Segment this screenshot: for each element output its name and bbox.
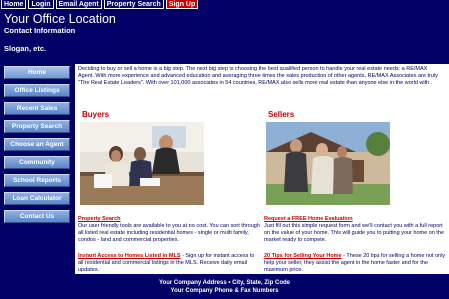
buyers-photo	[80, 122, 204, 205]
sidebar-nav: Home Office Listings Recent Sales Proper…	[4, 66, 70, 228]
topnav-email-agent[interactable]: Email Agent	[55, 0, 102, 9]
sidebar-item-home[interactable]: Home	[4, 66, 70, 79]
sellers-photo	[266, 122, 390, 205]
topnav-home[interactable]: Home	[1, 0, 27, 9]
buyers-property-search-block: Property Search Our user friendly tools …	[78, 216, 260, 244]
property-search-link[interactable]: Property Search	[78, 216, 121, 222]
sidebar-item-school-reports[interactable]: School Reports	[4, 174, 70, 187]
topnav-property-search[interactable]: Property Search	[103, 0, 164, 9]
home-evaluation-link[interactable]: Request a FREE Home Evaluation	[264, 216, 353, 222]
sellers-tips-block: 20 Tips for Selling Your Home - These 20…	[264, 253, 446, 274]
buyers-heading: Buyers	[82, 110, 110, 119]
intro-paragraph: Deciding to buy or sell a home is a big …	[78, 66, 438, 86]
main-content: Deciding to buy or sell a home is a big …	[75, 64, 449, 274]
sidebar-item-recent-sales[interactable]: Recent Sales	[4, 102, 70, 115]
footer: Your Company Address • City, State, Zip …	[0, 279, 449, 295]
sidebar-item-choose-an-agent[interactable]: Choose an Agent	[4, 138, 70, 151]
sellers-evaluation-block: Request a FREE Home Evaluation Just fill…	[264, 216, 446, 244]
contact-information: Contact Information	[4, 26, 76, 35]
sidebar-item-loan-calculator[interactable]: Loan Calculator	[4, 192, 70, 205]
office-title: Your Office Location	[4, 12, 116, 26]
slogan: Slogan, etc.	[4, 44, 47, 53]
sellers-heading: Sellers	[268, 110, 295, 119]
top-navigation: Home Login Email Agent Property Search S…	[1, 0, 199, 9]
property-search-description: Our user friendly tools are available to…	[78, 223, 260, 243]
company-address: Your Company Address • City, State, Zip …	[158, 280, 290, 286]
sidebar-item-contact-us[interactable]: Contact Us	[4, 210, 70, 223]
selling-tips-link[interactable]: 20 Tips for Selling Your Home	[264, 253, 342, 259]
instant-access-link[interactable]: Instant Access to Homes Listed in MLS	[78, 253, 180, 259]
buyers-mls-block: Instant Access to Homes Listed in MLS - …	[78, 253, 260, 274]
company-phone: Your Company Phone & Fax Numbers	[170, 288, 279, 294]
sidebar-item-property-search[interactable]: Property Search	[4, 120, 70, 133]
topnav-login[interactable]: Login	[28, 0, 54, 9]
home-evaluation-description: Just fill out this simple request form a…	[264, 223, 444, 243]
sidebar-item-community[interactable]: Community	[4, 156, 70, 169]
topnav-sign-up[interactable]: Sign Up	[165, 0, 199, 9]
sidebar-item-office-listings[interactable]: Office Listings	[4, 84, 70, 97]
